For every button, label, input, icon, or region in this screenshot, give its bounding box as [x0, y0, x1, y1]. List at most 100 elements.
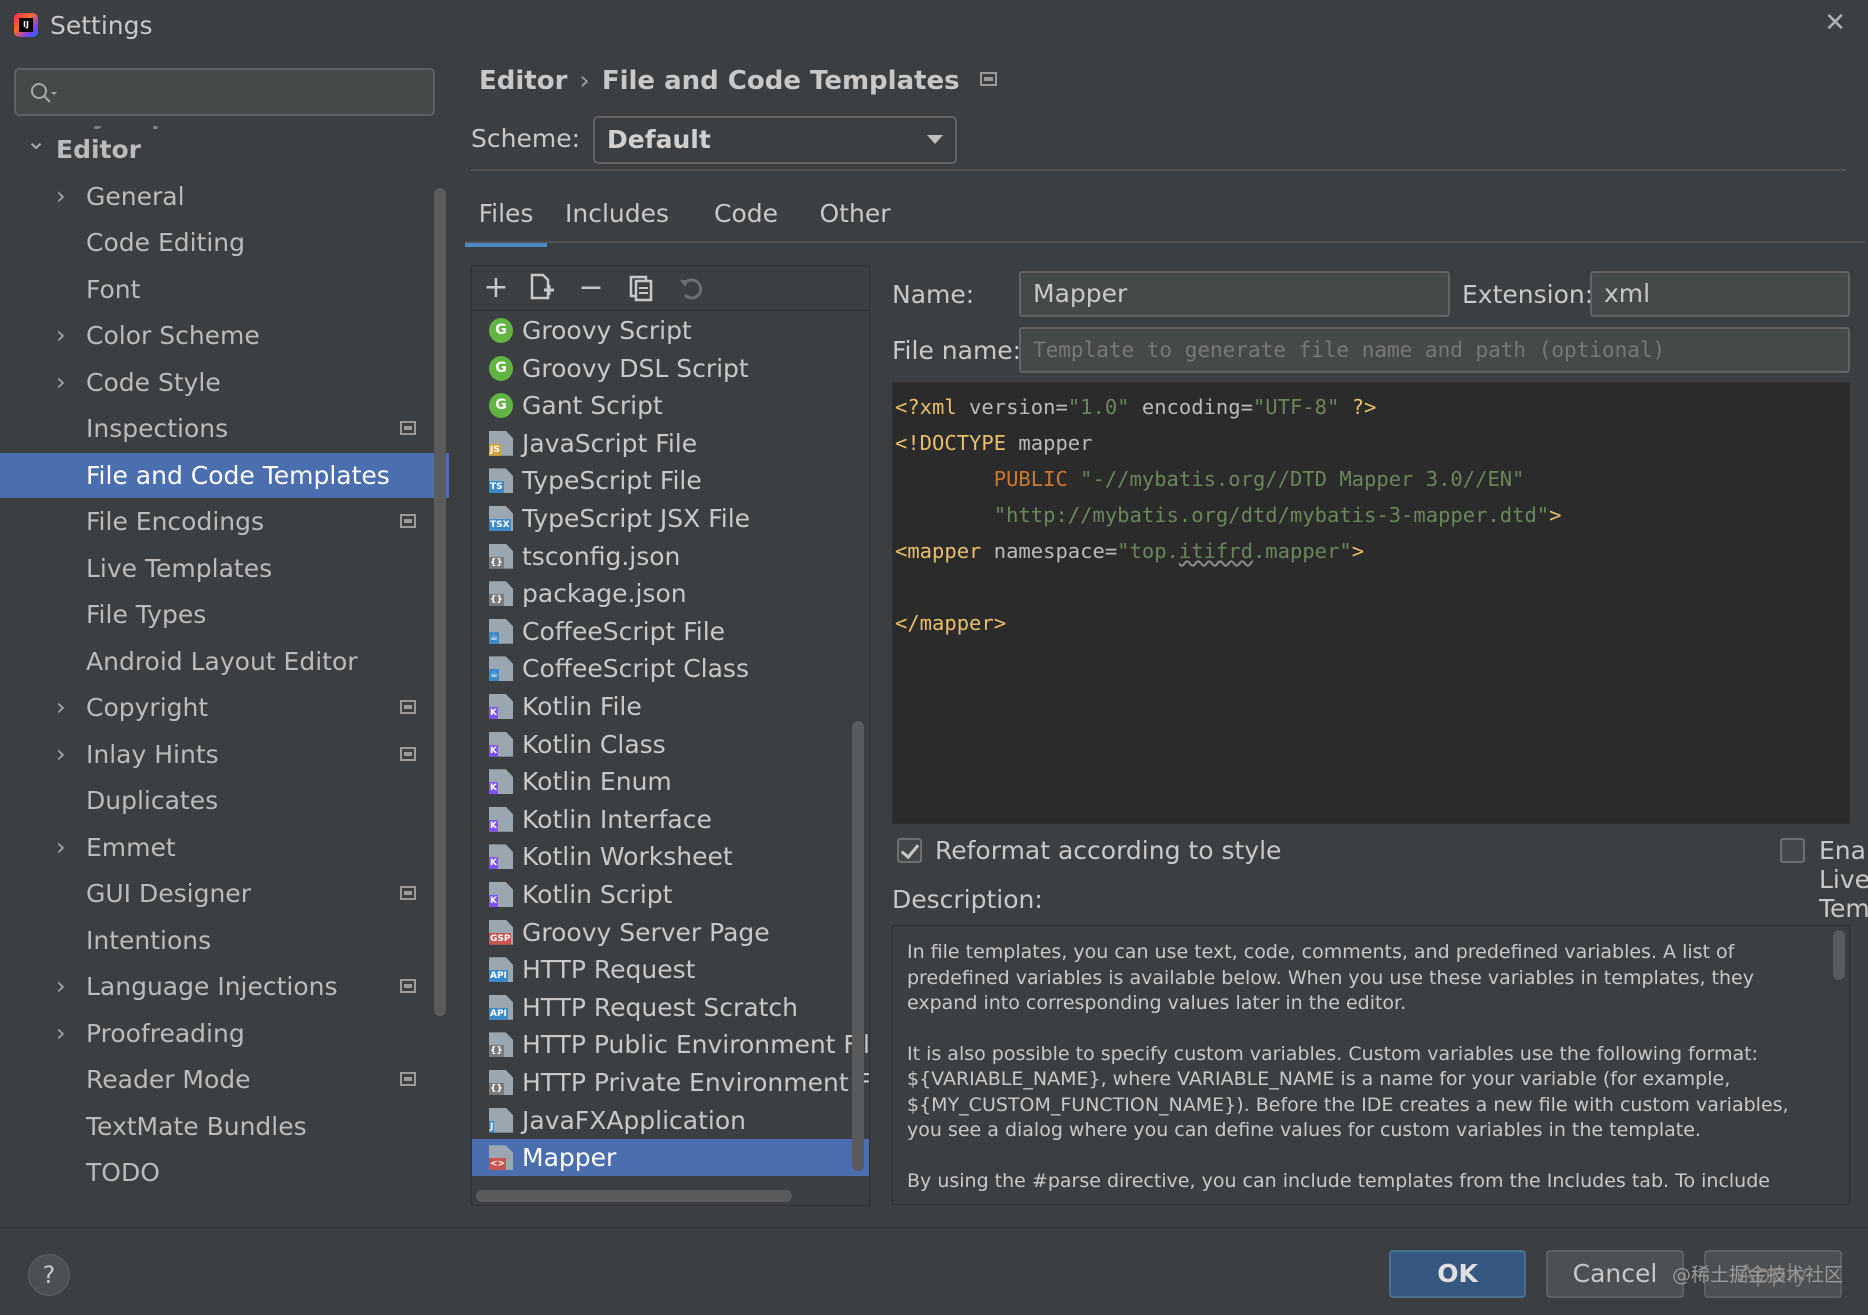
template-item-gant-script[interactable]: G Gant Script: [472, 387, 869, 424]
sidebar-item-label: Inlay Hints: [86, 739, 219, 769]
template-item-http-request[interactable]: API HTTP Request: [472, 951, 869, 988]
template-item-kotlin-class[interactable]: K Kotlin Class: [472, 726, 869, 763]
chevron-right-icon[interactable]: ›: [56, 685, 66, 730]
sidebar-item-textmate-bundles[interactable]: TextMate Bundles: [0, 1104, 449, 1149]
template-item-kotlin-script[interactable]: K Kotlin Script: [472, 876, 869, 913]
tab-includes[interactable]: Includes: [561, 186, 673, 242]
chevron-right-icon[interactable]: ›: [56, 825, 66, 870]
template-item-typescript-file[interactable]: TS TypeScript File: [472, 462, 869, 499]
sidebar-item-todo[interactable]: TODO: [0, 1150, 449, 1195]
sidebar-item-editor[interactable]: ⌄ Editor: [0, 127, 449, 172]
copy-template-button[interactable]: [624, 272, 658, 306]
live-templates-checkbox[interactable]: [1780, 838, 1805, 863]
template-name-input[interactable]: Mapper: [1019, 271, 1450, 317]
template-item-tsconfig-json[interactable]: {} tsconfig.json: [472, 538, 869, 575]
templates-vertical-scrollbar[interactable]: [852, 721, 864, 1171]
template-item-kotlin-worksheet[interactable]: K Kotlin Worksheet: [472, 838, 869, 875]
template-item-coffeescript-class[interactable]: ☕ CoffeeScript Class: [472, 650, 869, 687]
templates-horizontal-scrollbar[interactable]: [476, 1190, 792, 1202]
chevron-down-icon[interactable]: ⌄: [26, 126, 46, 164]
description-text: In file templates, you can use text, cod…: [907, 940, 1807, 1204]
sidebar-item-language-injections[interactable]: › Language Injections: [0, 964, 449, 1009]
tab-files[interactable]: Files: [465, 186, 547, 247]
kotlin-file-icon: K: [489, 769, 513, 795]
chevron-right-icon[interactable]: ›: [56, 732, 66, 777]
template-item-coffeescript-file[interactable]: ☕ CoffeeScript File: [472, 613, 869, 650]
sidebar-item-label: Color Scheme: [86, 321, 260, 350]
sidebar-item-inlay-hints[interactable]: › Inlay Hints: [0, 732, 449, 777]
template-item-javascript-file[interactable]: JS JavaScript File: [472, 425, 869, 462]
template-item-kotlin-file[interactable]: K Kotlin File: [472, 688, 869, 725]
chevron-right-icon[interactable]: ›: [56, 360, 66, 405]
sidebar-item-proofreading[interactable]: › Proofreading: [0, 1011, 449, 1056]
sidebar-item-file-types[interactable]: File Types: [0, 592, 449, 637]
reset-template-button[interactable]: [674, 272, 708, 306]
settings-search-input[interactable]: [14, 68, 435, 116]
template-item-http-request-scratch[interactable]: API HTTP Request Scratch: [472, 989, 869, 1026]
sidebar-item-copyright[interactable]: › Copyright: [0, 685, 449, 730]
scheme-dropdown[interactable]: Default: [593, 116, 957, 164]
template-item-javafxapplication[interactable]: J JavaFXApplication: [472, 1102, 869, 1139]
chevron-right-icon[interactable]: ›: [56, 964, 66, 1009]
template-item-label: JavaFXApplication: [522, 1105, 746, 1135]
template-item-kotlin-interface[interactable]: K Kotlin Interface: [472, 801, 869, 838]
ok-button[interactable]: OK: [1389, 1250, 1526, 1298]
sidebar-item-gui-designer[interactable]: GUI Designer: [0, 871, 449, 916]
template-code-editor[interactable]: <?xml version="1.0" encoding="UTF-8" ?> …: [892, 382, 1850, 824]
chevron-right-icon[interactable]: ›: [56, 1011, 66, 1056]
sidebar-item-label: Emmet: [86, 832, 176, 862]
add-template-button[interactable]: +: [479, 272, 513, 306]
sidebar-item-code-style[interactable]: › Code Style: [0, 360, 449, 405]
reformat-checkbox[interactable]: [897, 838, 922, 863]
chevron-right-icon[interactable]: ›: [56, 313, 66, 358]
json-file-icon: {}: [489, 543, 513, 569]
template-item-package-json[interactable]: {} package.json: [472, 575, 869, 612]
cancel-button[interactable]: Cancel: [1546, 1250, 1684, 1298]
sidebar-item-intentions[interactable]: Intentions: [0, 918, 449, 963]
breadcrumb-parent[interactable]: Editor: [479, 66, 567, 96]
template-item-groovy-script[interactable]: G Groovy Script: [472, 312, 869, 349]
description-scrollbar[interactable]: [1833, 930, 1845, 980]
tab-code[interactable]: Code: [711, 186, 781, 242]
reformat-label[interactable]: Reformat according to style: [935, 836, 1281, 865]
template-extension-input[interactable]: xml: [1590, 271, 1850, 317]
template-item-groovy-dsl-script[interactable]: G Groovy DSL Script: [472, 350, 869, 387]
sidebar-scrollbar[interactable]: [434, 188, 446, 1016]
sidebar-item-reader-mode[interactable]: Reader Mode: [0, 1057, 449, 1102]
ts-file-icon: TS: [489, 468, 513, 494]
sidebar-item-android-layout-editor[interactable]: Android Layout Editor: [0, 639, 449, 684]
sidebar-item-general[interactable]: › General: [0, 174, 449, 219]
json-file-icon: {}: [489, 581, 513, 607]
description-panel[interactable]: In file templates, you can use text, cod…: [892, 925, 1850, 1205]
minus-icon: −: [578, 270, 604, 305]
template-item-http-private-environment-file[interactable]: {} HTTP Private Environment File: [472, 1064, 869, 1101]
sidebar-item-label: Editor: [56, 135, 141, 164]
template-item-typescript-jsx-file[interactable]: TSX TypeScript JSX File: [472, 500, 869, 537]
tab-other[interactable]: Other: [815, 186, 895, 242]
file-name-input[interactable]: Template to generate file name and path …: [1019, 327, 1850, 373]
sidebar-item-duplicates[interactable]: Duplicates: [0, 778, 449, 823]
sidebar-item-code-editing[interactable]: Code Editing: [0, 220, 449, 265]
template-item-mapper[interactable]: <> Mapper: [472, 1139, 869, 1177]
xml-file-icon: <>: [489, 1145, 513, 1171]
remove-template-button[interactable]: −: [574, 272, 608, 306]
add-child-template-button[interactable]: [524, 272, 558, 306]
sidebar-item-font[interactable]: Font: [0, 267, 449, 312]
sidebar-item-inspections[interactable]: Inspections: [0, 406, 449, 451]
live-templates-label[interactable]: Enable Live Templates: [1819, 836, 1868, 923]
breadcrumb-separator: ›: [579, 66, 590, 96]
sidebar-item-live-templates[interactable]: Live Templates: [0, 546, 449, 591]
close-icon[interactable]: ✕: [1824, 8, 1846, 38]
help-button[interactable]: ?: [28, 1254, 70, 1296]
template-item-label: Kotlin Worksheet: [522, 842, 733, 872]
template-item-kotlin-enum[interactable]: K Kotlin Enum: [472, 763, 869, 800]
sidebar-item-file-encodings[interactable]: File Encodings: [0, 499, 449, 544]
template-item-label: CoffeeScript Class: [522, 654, 749, 684]
template-item-groovy-server-page[interactable]: GSP Groovy Server Page: [472, 914, 869, 951]
sidebar-item-label: Duplicates: [86, 786, 219, 815]
sidebar-item-emmet[interactable]: › Emmet: [0, 825, 449, 870]
template-item-http-public-environment-file[interactable]: {} HTTP Public Environment File: [472, 1026, 869, 1063]
chevron-right-icon[interactable]: ›: [56, 174, 66, 219]
sidebar-item-file-and-code-templates[interactable]: File and Code Templates: [0, 452, 449, 498]
sidebar-item-color-scheme[interactable]: › Color Scheme: [0, 313, 449, 358]
